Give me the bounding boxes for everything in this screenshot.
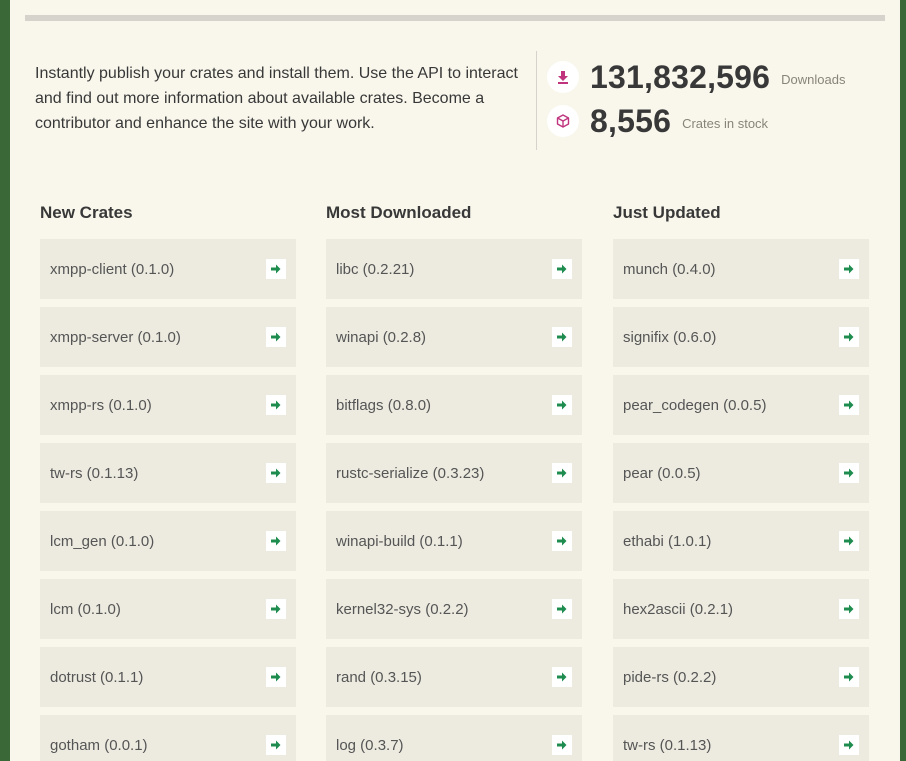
arrow-right-icon[interactable] xyxy=(839,327,859,347)
arrow-right-icon[interactable] xyxy=(839,531,859,551)
crate-list-item[interactable]: bitflags (0.8.0) xyxy=(326,375,582,435)
crate-list-item[interactable]: munch (0.4.0) xyxy=(613,239,869,299)
arrow-right-icon[interactable] xyxy=(552,259,572,279)
main-panel: Instantly publish your crates and instal… xyxy=(10,0,900,761)
crate-list-item[interactable]: xmpp-client (0.1.0) xyxy=(40,239,296,299)
crate-name: lcm (0.1.0) xyxy=(50,600,121,618)
arrow-right-icon[interactable] xyxy=(266,599,286,619)
crate-list-item[interactable]: lcm_gen (0.1.0) xyxy=(40,511,296,571)
crate-list-item[interactable]: dotrust (0.1.1) xyxy=(40,647,296,707)
crate-name: libc (0.2.21) xyxy=(336,260,415,278)
arrow-right-icon[interactable] xyxy=(839,599,859,619)
crate-list-item[interactable]: rustc-serialize (0.3.23) xyxy=(326,443,582,503)
crate-list-item[interactable]: signifix (0.6.0) xyxy=(613,307,869,367)
crate-list-item[interactable]: xmpp-server (0.1.0) xyxy=(40,307,296,367)
crate-name: pear_codegen (0.0.5) xyxy=(623,396,767,414)
crate-name: xmpp-client (0.1.0) xyxy=(50,260,175,278)
crates-count: 8,556 xyxy=(590,102,672,139)
arrow-right-icon[interactable] xyxy=(839,259,859,279)
arrow-right-icon[interactable] xyxy=(552,463,572,483)
most-downloaded-column: Most Downloaded libc (0.2.21) winapi (0.2… xyxy=(326,203,582,761)
just-updated-column: Just Updated munch (0.4.0) signifix (0.6.… xyxy=(613,203,869,761)
crate-list-item[interactable]: gotham (0.0.1) xyxy=(40,715,296,761)
crate-list-item[interactable]: rand (0.3.15) xyxy=(326,647,582,707)
intro-text: Instantly publish your crates and instal… xyxy=(35,65,518,132)
arrow-right-icon[interactable] xyxy=(266,531,286,551)
crate-list-item[interactable]: log (0.3.7) xyxy=(326,715,582,761)
box-icon xyxy=(547,105,579,137)
crate-name: rustc-serialize (0.3.23) xyxy=(336,464,485,482)
arrow-right-icon[interactable] xyxy=(839,395,859,415)
crate-list-item[interactable]: libc (0.2.21) xyxy=(326,239,582,299)
download-icon xyxy=(547,61,579,93)
crate-name: xmpp-server (0.1.0) xyxy=(50,328,181,346)
arrow-right-icon[interactable] xyxy=(839,735,859,755)
arrow-right-icon[interactable] xyxy=(552,327,572,347)
crate-name: dotrust (0.1.1) xyxy=(50,668,144,686)
crate-name: gotham (0.0.1) xyxy=(50,736,148,754)
downloads-stat: 131,832,596 Downloads xyxy=(547,58,846,95)
top-divider-bar xyxy=(25,15,885,21)
downloads-count: 131,832,596 xyxy=(590,58,771,95)
arrow-right-icon[interactable] xyxy=(266,463,286,483)
crate-list-item[interactable]: tw-rs (0.1.13) xyxy=(613,715,869,761)
crate-name: winapi (0.2.8) xyxy=(336,328,427,346)
downloads-label: Downloads xyxy=(781,72,846,87)
crate-list-item[interactable]: xmpp-rs (0.1.0) xyxy=(40,375,296,435)
arrow-right-icon[interactable] xyxy=(266,259,286,279)
arrow-right-icon[interactable] xyxy=(839,667,859,687)
arrow-right-icon[interactable] xyxy=(266,395,286,415)
crate-list-item[interactable]: pide-rs (0.2.2) xyxy=(613,647,869,707)
crate-name: rand (0.3.15) xyxy=(336,668,422,686)
crate-name: munch (0.4.0) xyxy=(623,260,716,278)
arrow-right-icon[interactable] xyxy=(552,667,572,687)
new-crates-heading: New Crates xyxy=(40,203,133,222)
crate-list-item[interactable]: ethabi (1.0.1) xyxy=(613,511,869,571)
arrow-right-icon[interactable] xyxy=(552,599,572,619)
crate-name: signifix (0.6.0) xyxy=(623,328,717,346)
crate-name: xmpp-rs (0.1.0) xyxy=(50,396,152,414)
crate-name: pear (0.0.5) xyxy=(623,464,701,482)
crate-name: bitflags (0.8.0) xyxy=(336,396,432,414)
new-crates-column: New Crates xmpp-client (0.1.0) xmpp-serve… xyxy=(40,203,296,761)
arrow-right-icon[interactable] xyxy=(839,463,859,483)
crate-list-item[interactable]: pear (0.0.5) xyxy=(613,443,869,503)
crate-name: log (0.3.7) xyxy=(336,736,404,754)
crate-list-item[interactable]: winapi-build (0.1.1) xyxy=(326,511,582,571)
crate-name: hex2ascii (0.2.1) xyxy=(623,600,734,618)
most-downloaded-heading: Most Downloaded xyxy=(326,203,472,222)
arrow-right-icon[interactable] xyxy=(266,735,286,755)
crate-name: tw-rs (0.1.13) xyxy=(623,736,712,754)
arrow-right-icon[interactable] xyxy=(266,667,286,687)
crate-list-item[interactable]: lcm (0.1.0) xyxy=(40,579,296,639)
just-updated-heading: Just Updated xyxy=(613,203,721,222)
crate-name: ethabi (1.0.1) xyxy=(623,532,712,550)
crate-list-item[interactable]: pear_codegen (0.0.5) xyxy=(613,375,869,435)
crate-name: winapi-build (0.1.1) xyxy=(336,532,463,550)
arrow-right-icon[interactable] xyxy=(552,531,572,551)
crate-list-item[interactable]: kernel32-sys (0.2.2) xyxy=(326,579,582,639)
arrow-right-icon[interactable] xyxy=(552,735,572,755)
crate-name: lcm_gen (0.1.0) xyxy=(50,532,155,550)
crate-list-item[interactable]: hex2ascii (0.2.1) xyxy=(613,579,869,639)
crate-name: tw-rs (0.1.13) xyxy=(50,464,139,482)
crates-label: Crates in stock xyxy=(682,116,769,131)
stats-panel: 131,832,596 Downloads 8,556 Crates in st… xyxy=(536,51,877,150)
arrow-right-icon[interactable] xyxy=(552,395,572,415)
crate-list-item[interactable]: winapi (0.2.8) xyxy=(326,307,582,367)
crate-name: pide-rs (0.2.2) xyxy=(623,668,717,686)
crate-list-item[interactable]: tw-rs (0.1.13) xyxy=(40,443,296,503)
crates-stat: 8,556 Crates in stock xyxy=(547,102,769,139)
crate-name: kernel32-sys (0.2.2) xyxy=(336,600,469,618)
arrow-right-icon[interactable] xyxy=(266,327,286,347)
